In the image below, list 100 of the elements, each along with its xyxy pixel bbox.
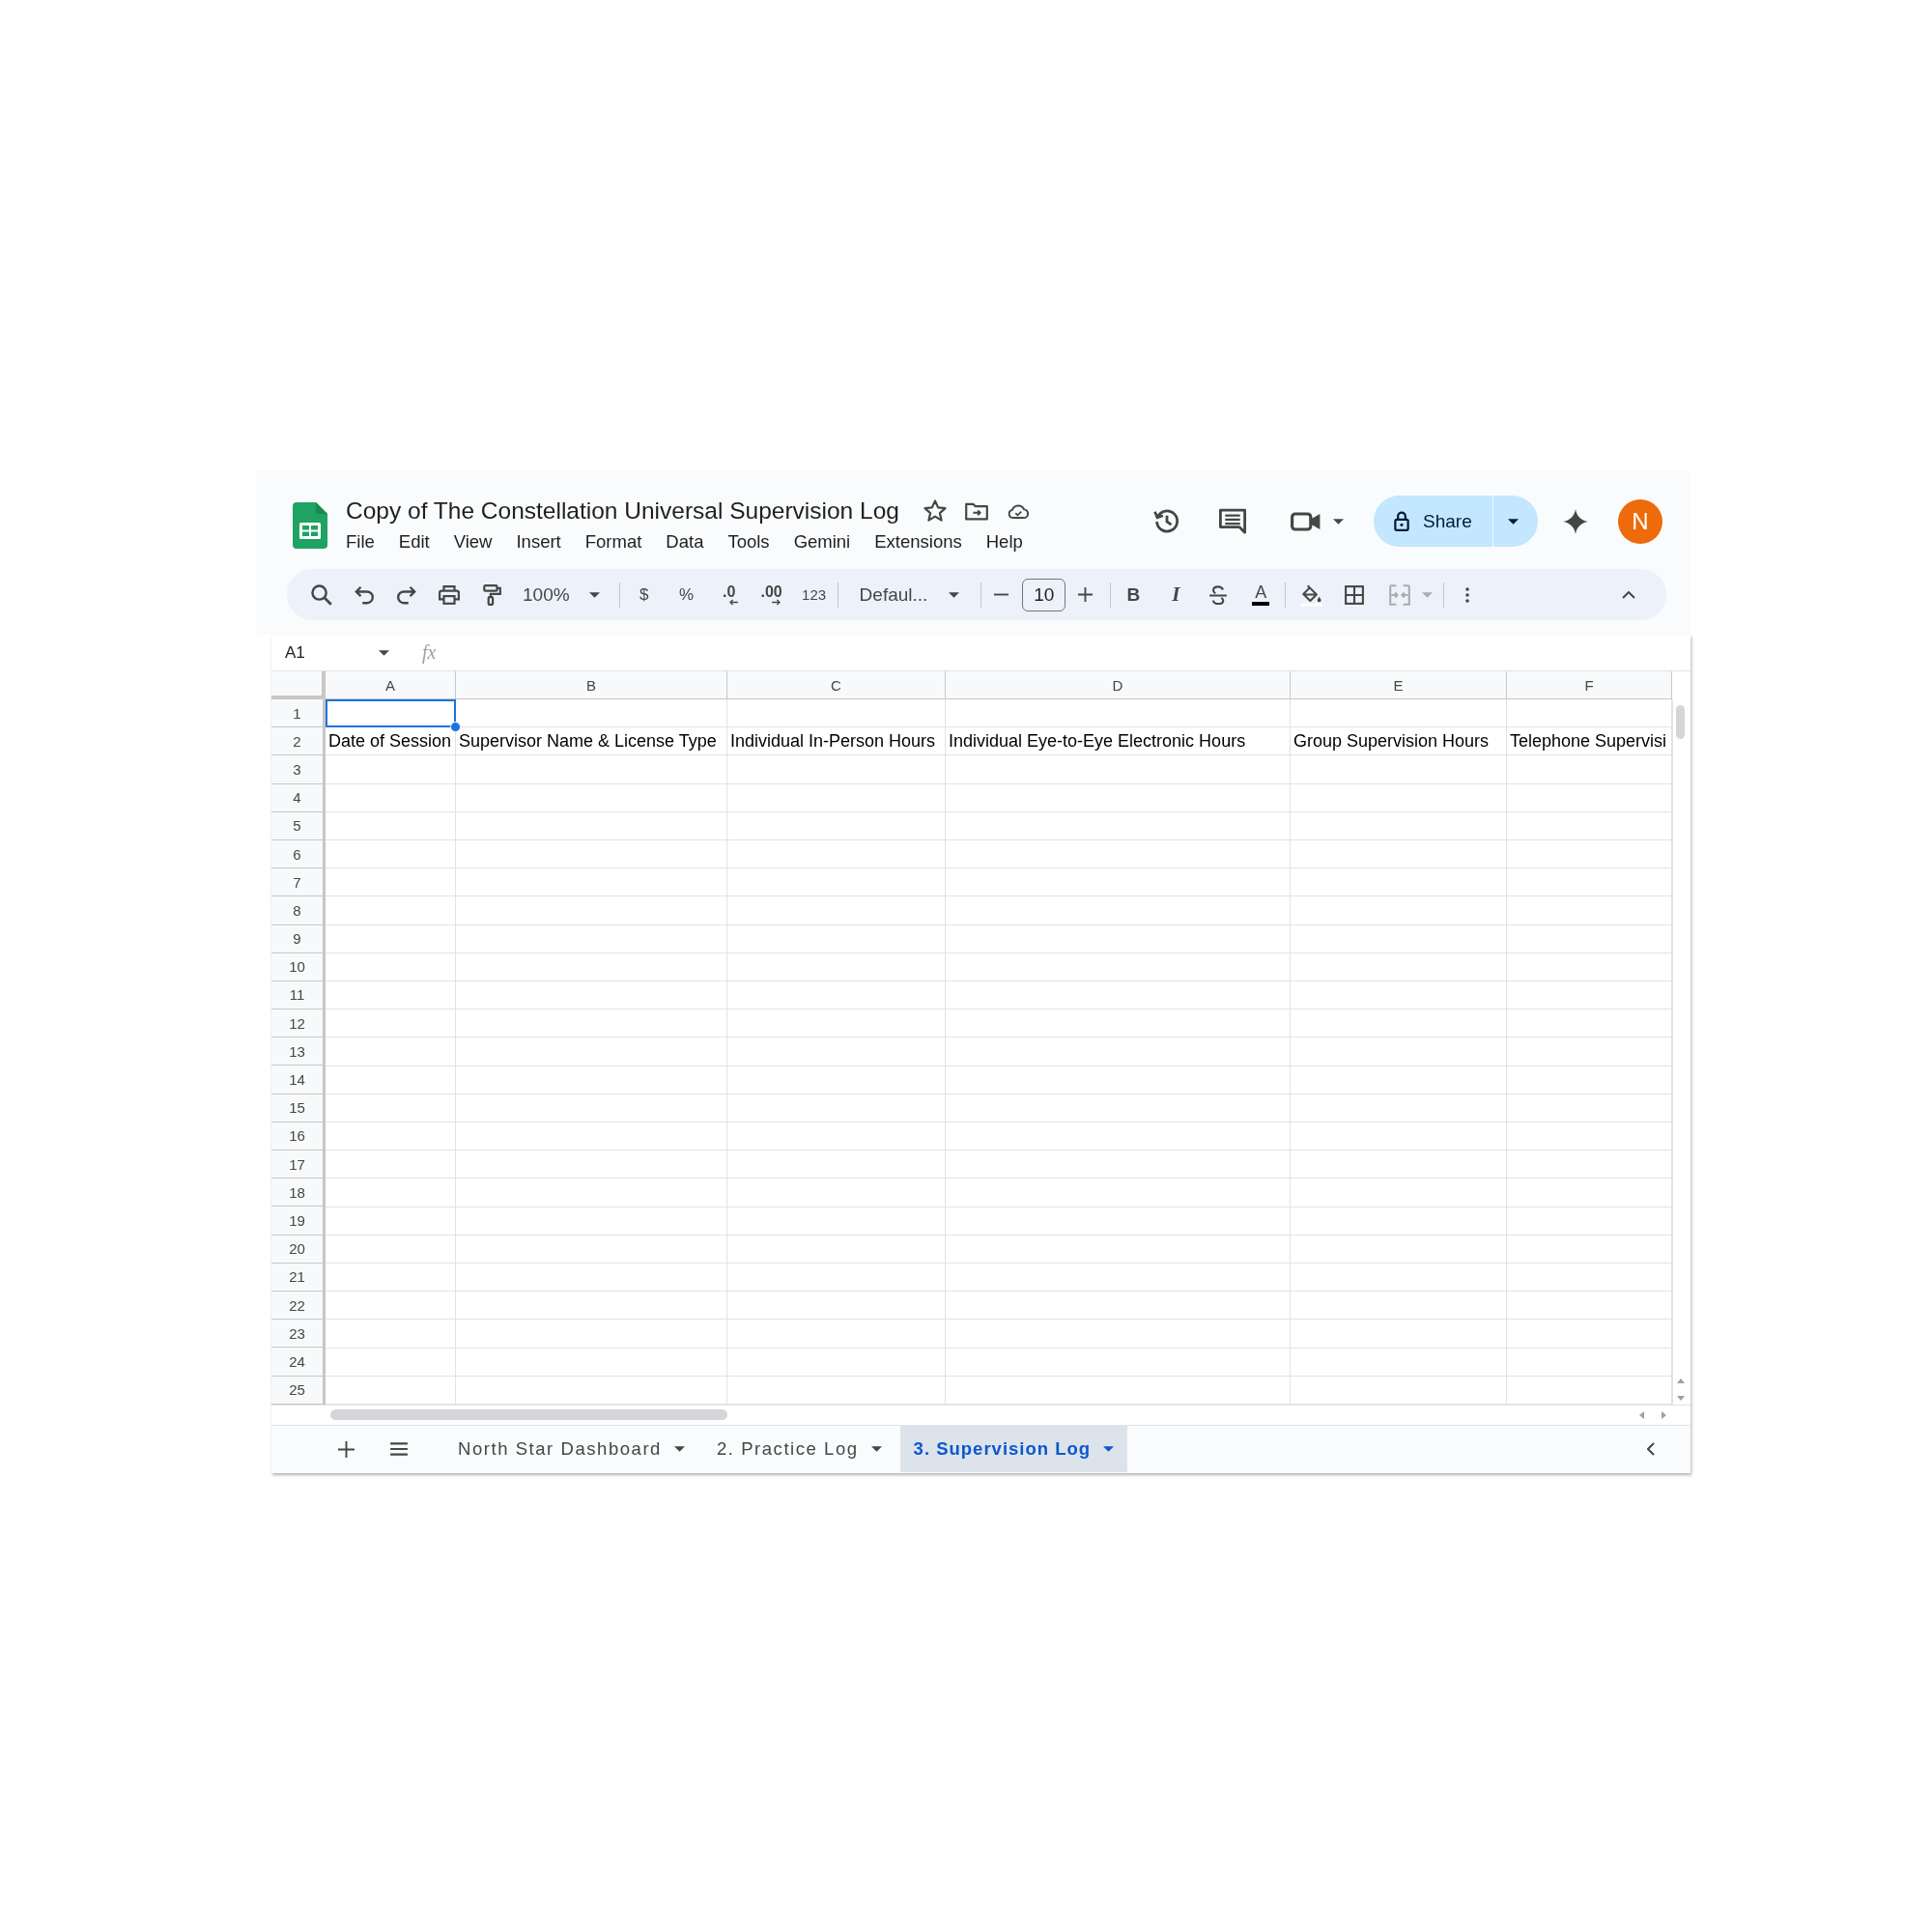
paint-bucket-icon	[1300, 582, 1324, 607]
sheet-tab[interactable]: 3. Supervision Log	[899, 1426, 1128, 1473]
decrease-decimal-button[interactable]: .0	[708, 575, 750, 614]
caret-icon	[673, 1446, 685, 1453]
chevron-up-icon	[1622, 590, 1635, 599]
font-size-field[interactable]: 10	[1022, 578, 1066, 611]
italic-button[interactable]: I	[1155, 575, 1197, 614]
row-number[interactable]: 21	[271, 1263, 326, 1292]
percent-format-button[interactable]: %	[666, 575, 707, 614]
column-header[interactable]: C	[727, 671, 946, 699]
sparkle-icon	[1563, 508, 1588, 534]
row-number[interactable]: 14	[271, 1065, 326, 1094]
row-number[interactable]: 20	[271, 1235, 326, 1264]
vertical-scrollbar[interactable]	[1672, 699, 1688, 1405]
scroll-right-icon[interactable]	[1662, 1410, 1666, 1419]
table-cell[interactable]: Date of Session	[326, 727, 456, 756]
history-icon	[1153, 507, 1180, 535]
grid-square-icon	[1345, 584, 1365, 605]
printer-icon	[439, 583, 460, 606]
zoom-dropdown[interactable]: 100%	[514, 575, 606, 614]
menu-item[interactable]: View	[453, 528, 493, 555]
more-vertical-icon	[1465, 586, 1470, 603]
row-number[interactable]: 25	[271, 1376, 326, 1405]
menu-item[interactable]: Extensions	[874, 528, 962, 555]
spreadsheet-logo-icon[interactable]	[293, 502, 327, 549]
table-cell[interactable]: Individual Eye-to-Eye Electronic Hours	[946, 727, 1291, 756]
scrollbar-thumb[interactable]	[1676, 705, 1685, 739]
row-number[interactable]: 9	[271, 924, 326, 953]
menu-item[interactable]: Help	[985, 528, 1023, 555]
row-number[interactable]: 11	[271, 980, 326, 1010]
undo-arrow-icon	[355, 584, 374, 605]
menu-item[interactable]: Insert	[516, 528, 561, 555]
meet-button[interactable]	[1291, 511, 1344, 531]
column-header[interactable]: E	[1291, 671, 1507, 699]
search-icon	[311, 583, 332, 606]
menu-item[interactable]: Tools	[727, 528, 770, 555]
currency-format-button[interactable]: $	[623, 575, 665, 614]
row-number[interactable]: 6	[271, 839, 326, 869]
scroll-up-icon[interactable]	[1676, 1378, 1685, 1383]
menu-item[interactable]: Edit	[398, 528, 430, 555]
row-number[interactable]: 17	[271, 1151, 326, 1179]
table-cell[interactable]: Supervisor Name & License Type	[456, 727, 727, 756]
selected-cell[interactable]	[326, 699, 456, 728]
paint-roller-icon	[481, 583, 502, 606]
scroll-down-icon[interactable]	[1676, 1395, 1685, 1401]
column-header[interactable]: F	[1507, 671, 1672, 699]
row-number[interactable]: 5	[271, 811, 326, 840]
document-title[interactable]: Copy of The Constellation Universal Supervision Log	[346, 497, 899, 526]
row-number[interactable]: 22	[271, 1291, 326, 1321]
row-number[interactable]: 1	[271, 699, 326, 728]
version-history-button[interactable]	[1153, 507, 1180, 535]
star-button[interactable]	[923, 499, 947, 523]
menu-item[interactable]: Data	[666, 528, 704, 555]
comments-button[interactable]	[1219, 507, 1246, 535]
row-number[interactable]: 18	[271, 1179, 326, 1208]
column-header[interactable]: D	[946, 671, 1291, 699]
function-label: fx	[422, 641, 437, 664]
video-camera-icon	[1291, 511, 1321, 531]
row-number[interactable]: 23	[271, 1320, 326, 1349]
row-number[interactable]: 13	[271, 1037, 326, 1066]
scroll-left-icon[interactable]	[1639, 1410, 1644, 1419]
comment-icon	[1219, 507, 1246, 535]
row-number[interactable]: 19	[271, 1207, 326, 1236]
scrollbar-thumb[interactable]	[330, 1409, 727, 1421]
bold-button[interactable]: B	[1113, 575, 1154, 614]
row-number[interactable]: 3	[271, 755, 326, 784]
row-number[interactable]: 24	[271, 1348, 326, 1377]
caret-icon	[1422, 591, 1434, 598]
row-number[interactable]: 15	[271, 1094, 326, 1122]
row-number[interactable]: 10	[271, 952, 326, 981]
text-color-button[interactable]: A	[1240, 575, 1282, 614]
name-box[interactable]: A1	[271, 638, 401, 668]
font-dropdown[interactable]: Defaul...	[847, 575, 968, 614]
column-header[interactable]: A	[326, 671, 456, 699]
menu-item[interactable]: Gemini	[793, 528, 851, 555]
caret-icon	[588, 591, 600, 598]
sheet-tab[interactable]: 2. Practice Log	[702, 1426, 895, 1473]
redo-arrow-icon	[397, 584, 416, 605]
row-number[interactable]: 8	[271, 896, 326, 925]
sheet-tab[interactable]: North Star Dashboard	[444, 1426, 698, 1473]
menu-item[interactable]: File	[346, 528, 375, 555]
table-cell[interactable]: Telephone Supervisi	[1507, 727, 1672, 756]
row-number[interactable]: 4	[271, 783, 326, 812]
row-number[interactable]: 7	[271, 868, 326, 897]
lock-icon	[1394, 511, 1409, 531]
share-button[interactable]: Share	[1374, 496, 1492, 547]
table-cell[interactable]: Group Supervision Hours	[1291, 727, 1507, 756]
gemini-button[interactable]	[1563, 508, 1588, 534]
table-cell[interactable]: Individual In-Person Hours	[727, 727, 946, 756]
row-number[interactable]: 2	[271, 727, 326, 756]
row-number[interactable]: 16	[271, 1122, 326, 1151]
fill-handle-icon[interactable]	[450, 722, 461, 733]
merge-cells-icon	[1389, 583, 1411, 606]
plus-icon	[337, 1440, 355, 1458]
number-format-button[interactable]: 123	[793, 575, 835, 614]
column-header[interactable]: B	[456, 671, 727, 699]
menu-item[interactable]: Format	[584, 528, 642, 555]
increase-decimal-button[interactable]: .00	[751, 575, 792, 614]
caret-icon	[379, 649, 389, 656]
row-number[interactable]: 12	[271, 1009, 326, 1038]
